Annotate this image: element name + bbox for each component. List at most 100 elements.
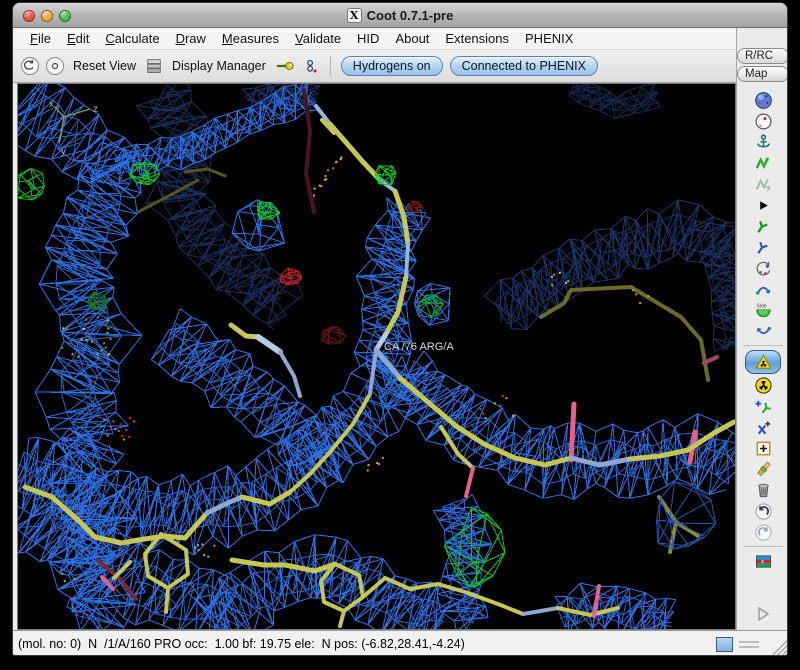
- fix-atoms-button[interactable]: [751, 132, 775, 152]
- flip-peptide-icon: [755, 286, 770, 295]
- zoom-button[interactable]: [59, 9, 71, 22]
- redo-icon: [754, 523, 772, 541]
- simple-mutate-icon: [754, 376, 772, 394]
- phenix-connection-toggle[interactable]: Connected to PHENIX: [449, 56, 598, 76]
- modelling-toolbar: ? Side: [737, 90, 787, 571]
- reset-view-button[interactable]: Reset View: [71, 57, 138, 75]
- close-button[interactable]: [23, 9, 35, 22]
- resize-grip[interactable]: [772, 640, 787, 655]
- jed-flip-icon: [756, 326, 771, 334]
- mutate-and-autofit-icon: [755, 353, 771, 369]
- rigid-body-fit-zone-button[interactable]: [751, 195, 775, 215]
- back-view-button[interactable]: [21, 57, 39, 75]
- svg-text:?: ?: [765, 184, 769, 193]
- toolbar-separator: [329, 56, 331, 76]
- auto-fit-rotamer-button[interactable]: [751, 216, 775, 236]
- x11-icon: X: [346, 7, 362, 23]
- edit-chi-angles-button[interactable]: [751, 258, 775, 278]
- refmac-flag-button[interactable]: [751, 551, 775, 571]
- titlebar[interactable]: X Coot 0.7.1-pre: [13, 3, 787, 28]
- auto-fit-rotamer-icon: [756, 220, 768, 233]
- window-title-wrap: X Coot 0.7.1-pre: [346, 7, 454, 23]
- menu-validate[interactable]: Validate: [288, 29, 348, 48]
- minimize-button[interactable]: [41, 9, 53, 22]
- add-terminal-residue-button[interactable]: [751, 396, 775, 416]
- tandem-refine-icon: [754, 112, 772, 130]
- model-stick: [404, 242, 410, 279]
- tool-separator: [743, 345, 783, 346]
- main-toolbar: Reset View Display Manager Hydrogens on …: [13, 50, 736, 83]
- menu-draw[interactable]: Draw: [169, 29, 213, 48]
- tandem-refine-button[interactable]: [751, 111, 775, 131]
- status-pane-widget[interactable]: [716, 637, 733, 652]
- display-manager-button[interactable]: Display Manager: [170, 57, 268, 75]
- axis-label-x: x: [49, 99, 54, 110]
- mutate-and-autofit-button[interactable]: [745, 350, 781, 374]
- right-panel: R/RC Map ? Side: [736, 28, 787, 630]
- record-view-button[interactable]: [46, 57, 64, 75]
- flip-peptide-button[interactable]: [751, 279, 775, 299]
- menu-edit[interactable]: Edit: [60, 29, 96, 48]
- rotamers-button[interactable]: [751, 237, 775, 257]
- place-atom-at-pointer-button[interactable]: [751, 438, 775, 458]
- side-chain-180-flip-button[interactable]: Side: [751, 300, 775, 320]
- coot-window: X Coot 0.7.1-pre File Edit Calculate Draw Me…: [12, 2, 788, 656]
- svg-text:Side: Side: [756, 303, 767, 309]
- regularize-zone-button[interactable]: ?: [751, 174, 775, 194]
- menubar: File Edit Calculate Draw Measures Validate HID…: [13, 28, 787, 50]
- back-arrow-icon: [23, 60, 34, 70]
- axis-label-y: y: [61, 146, 66, 157]
- model-map-canvas[interactable]: x z y CA /76 ARG/A: [18, 84, 735, 629]
- real-space-refine-zone-icon: [755, 156, 769, 169]
- add-alt-conf-button[interactable]: [751, 417, 775, 437]
- menu-file[interactable]: File: [23, 29, 58, 48]
- rotamer-brush-icon: [756, 461, 771, 476]
- undo-icon: [754, 502, 772, 520]
- undo-button[interactable]: [751, 501, 775, 521]
- redo-button[interactable]: [751, 522, 775, 542]
- menu-phenix[interactable]: PHENIX: [518, 29, 580, 48]
- simple-mutate-button[interactable]: [751, 375, 775, 395]
- place-atom-at-pointer-icon: [756, 441, 770, 455]
- map-button[interactable]: Map: [737, 66, 787, 82]
- window-controls: [23, 3, 71, 28]
- model-stick: [164, 586, 170, 614]
- delete-item-button[interactable]: [751, 480, 775, 500]
- rigid-body-fit-zone-icon: [759, 200, 768, 210]
- rotamers-icon: [756, 241, 768, 254]
- add-alt-conf-icon: [757, 420, 770, 434]
- model-stick: [568, 401, 577, 463]
- menu-about[interactable]: About: [388, 29, 436, 48]
- window-title: Coot 0.7.1-pre: [366, 7, 454, 23]
- menu-measures[interactable]: Measures: [215, 29, 286, 48]
- real-space-refine-zone-button[interactable]: [751, 153, 775, 173]
- menu-hid[interactable]: HID: [350, 29, 386, 48]
- status-text: (mol. no: 0) N /1/A/160 PRO occ: 1.00 bf…: [18, 637, 465, 651]
- statusbar: (mol. no: 0) N /1/A/160 PRO occ: 1.00 bf…: [13, 630, 787, 655]
- fix-atoms-icon: [756, 133, 770, 147]
- axis-label-z: z: [93, 104, 98, 115]
- menu-extensions[interactable]: Extensions: [438, 29, 516, 48]
- rotamer-brush-button[interactable]: [751, 459, 775, 479]
- tool-separator: [743, 546, 783, 547]
- key-icon[interactable]: [275, 57, 295, 75]
- status-splitter-handle[interactable]: [739, 641, 759, 648]
- side-chain-180-flip-icon: Side: [755, 303, 771, 317]
- desktop: X Coot 0.7.1-pre File Edit Calculate Draw Me…: [0, 0, 800, 670]
- regularize-zone-icon: ?: [755, 177, 770, 193]
- refine-regularize-control-button[interactable]: R/RC: [737, 48, 787, 64]
- run-script-button[interactable]: [753, 604, 773, 624]
- hydrogens-toggle[interactable]: Hydrogens on: [340, 56, 443, 76]
- menu-calculate[interactable]: Calculate: [98, 29, 166, 48]
- edit-chi-angles-icon: [756, 261, 770, 275]
- picked-atom-label: CA /76 ARG/A: [384, 341, 454, 353]
- display-manager-icon: [147, 59, 161, 73]
- add-terminal-residue-icon: [754, 400, 771, 413]
- sphere-refine-icon: [754, 91, 772, 109]
- jed-flip-button[interactable]: [751, 321, 775, 341]
- sphere-refine-button[interactable]: [751, 90, 775, 110]
- molecule-icon[interactable]: [302, 57, 320, 75]
- delete-item-icon: [757, 483, 769, 497]
- gl-canvas-frame: x z y CA /76 ARG/A: [17, 83, 736, 630]
- target-icon: [51, 62, 59, 70]
